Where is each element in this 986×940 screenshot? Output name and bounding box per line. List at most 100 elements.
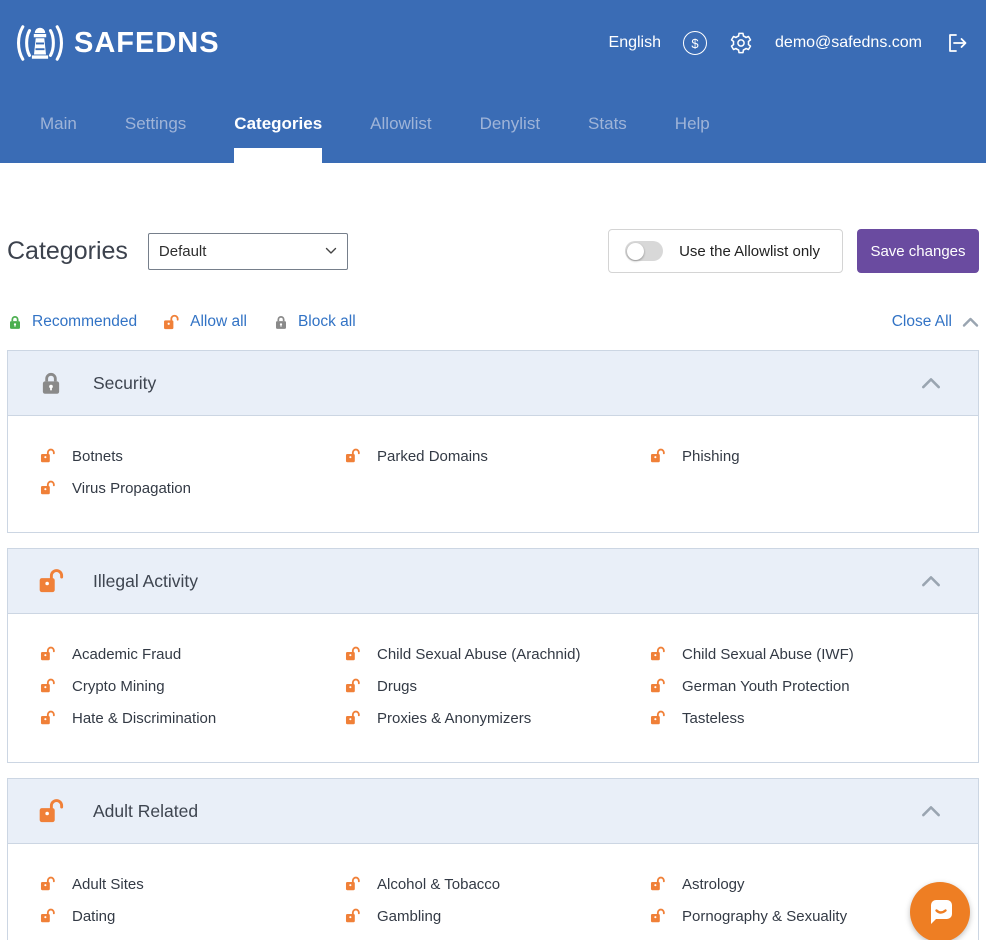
allow-all-label: Allow all	[190, 313, 247, 331]
allowlist-only-toggle-label: Use the Allowlist only	[679, 243, 820, 260]
logout-icon[interactable]	[944, 31, 970, 55]
nav-tab-label: Categories	[234, 114, 322, 134]
save-changes-button[interactable]: Save changes	[857, 229, 979, 273]
brand[interactable]: SAFEDNS	[14, 22, 220, 64]
nav-tab-label: Denylist	[480, 114, 540, 134]
page-content: Categories Default Use the Allowlist onl…	[0, 229, 986, 940]
category-item[interactable]: Child Sexual Abuse (IWF)	[618, 638, 978, 670]
close-all-action[interactable]: Close All	[892, 313, 979, 331]
nav-tab-label: Settings	[125, 114, 186, 134]
category-section: Illegal Activity Academic Fraud Ch	[7, 548, 979, 763]
category-sections: Security Botnets Parked Domains	[7, 350, 979, 940]
lock-open-orange-icon	[40, 876, 57, 892]
lock-open-orange-icon	[650, 710, 667, 726]
lock-open-icon	[38, 798, 67, 825]
category-section-body: Botnets Parked Domains Phishing	[8, 416, 978, 532]
collapse-chevron-up-icon[interactable]	[920, 377, 942, 390]
nav-tab-stats[interactable]: Stats	[564, 85, 651, 163]
language-selector[interactable]: English	[609, 34, 661, 52]
category-section-body: Academic Fraud Child Sexual Abuse (Arach…	[8, 614, 978, 762]
chevron-up-icon	[962, 317, 979, 328]
profile-select[interactable]: Default	[148, 233, 348, 270]
category-item[interactable]: German Youth Protection	[618, 670, 978, 702]
lock-open-orange-icon	[40, 678, 57, 694]
recommended-label: Recommended	[32, 313, 137, 331]
lock-open-orange-icon	[345, 908, 362, 924]
category-item[interactable]: Parked Domains	[313, 440, 618, 472]
category-item-label: Tasteless	[682, 710, 745, 727]
category-section: Security Botnets Parked Domains	[7, 350, 979, 533]
lighthouse-logo-icon	[14, 22, 66, 64]
nav-tab-label: Help	[675, 114, 710, 134]
allowlist-only-toggle[interactable]	[625, 241, 663, 261]
recommended-action[interactable]: Recommended	[7, 313, 137, 331]
category-item[interactable]: Crypto Mining	[8, 670, 313, 702]
category-item-label: Crypto Mining	[72, 678, 165, 695]
chevron-down-icon	[325, 247, 337, 255]
category-item[interactable]: Botnets	[8, 440, 313, 472]
category-section-header[interactable]: Security	[8, 351, 978, 416]
category-item-label: Astrology	[682, 876, 745, 893]
category-item[interactable]: Gambling	[313, 900, 618, 932]
lock-closed-green-icon	[7, 314, 23, 331]
nav-tab-label: Stats	[588, 114, 627, 134]
category-item[interactable]: Dating	[8, 900, 313, 932]
settings-gear-icon[interactable]	[729, 31, 753, 55]
category-item-label: Virus Propagation	[72, 480, 191, 497]
lock-open-orange-icon	[650, 448, 667, 464]
category-item-label: Academic Fraud	[72, 646, 181, 663]
category-item-label: Child Sexual Abuse (Arachnid)	[377, 646, 580, 663]
toggle-knob	[627, 243, 644, 260]
category-section-title: Security	[93, 373, 156, 394]
category-item[interactable]: Alcohol & Tobacco	[313, 868, 618, 900]
nav-tab-settings[interactable]: Settings	[101, 85, 210, 163]
category-item-label: Adult Sites	[72, 876, 144, 893]
category-item[interactable]: Proxies & Anonymizers	[313, 702, 618, 734]
category-item-label: Phishing	[682, 448, 740, 465]
category-item[interactable]: Virus Propagation	[8, 472, 313, 504]
block-all-action[interactable]: Block all	[273, 313, 356, 331]
lock-open-orange-icon	[345, 448, 362, 464]
category-item[interactable]: Child Sexual Abuse (Arachnid)	[313, 638, 618, 670]
category-item[interactable]: Academic Fraud	[8, 638, 313, 670]
block-all-label: Block all	[298, 313, 356, 331]
lock-open-orange-icon	[40, 448, 57, 464]
lock-open-orange-icon	[40, 480, 57, 496]
category-section-header[interactable]: Illegal Activity	[8, 549, 978, 614]
category-item-label: German Youth Protection	[682, 678, 850, 695]
category-item-label: Gambling	[377, 908, 441, 925]
nav-tab-label: Main	[40, 114, 77, 134]
category-section-header[interactable]: Adult Related	[8, 779, 978, 844]
lock-open-orange-icon	[40, 710, 57, 726]
nav-tab-categories[interactable]: Categories	[210, 85, 346, 163]
category-item[interactable]: Hate & Discrimination	[8, 702, 313, 734]
app-header: SAFEDNS English $ demo@safedns.com Main S…	[0, 0, 986, 163]
currency-dollar-icon[interactable]: $	[683, 31, 707, 55]
category-item[interactable]: Tasteless	[618, 702, 978, 734]
chat-bubble-icon	[923, 895, 957, 929]
lock-open-orange-icon	[650, 876, 667, 892]
category-item-label: Pornography & Sexuality	[682, 908, 847, 925]
category-item-label: Proxies & Anonymizers	[377, 710, 531, 727]
lock-open-orange-icon	[345, 646, 362, 662]
allow-all-action[interactable]: Allow all	[163, 313, 247, 331]
category-item[interactable]: Drugs	[313, 670, 618, 702]
profile-select-value: Default	[159, 243, 207, 260]
toolbar: Categories Default Use the Allowlist onl…	[7, 229, 979, 273]
nav-tab-help[interactable]: Help	[651, 85, 734, 163]
nav-tab-allowlist[interactable]: Allowlist	[346, 85, 455, 163]
category-section: Adult Related Adult Sites Alcohol	[7, 778, 979, 940]
collapse-chevron-up-icon[interactable]	[920, 575, 942, 588]
lock-open-orange-icon	[650, 678, 667, 694]
category-item[interactable]: Phishing	[618, 440, 978, 472]
nav-tab-denylist[interactable]: Denylist	[456, 85, 564, 163]
lock-open-orange-icon	[650, 908, 667, 924]
lock-open-orange-icon	[650, 646, 667, 662]
account-email[interactable]: demo@safedns.com	[775, 34, 922, 52]
chat-widget-button[interactable]	[910, 882, 970, 940]
nav-tab-label: Allowlist	[370, 114, 431, 134]
collapse-chevron-up-icon[interactable]	[920, 805, 942, 818]
category-item[interactable]: Adult Sites	[8, 868, 313, 900]
main-nav: Main Settings Categories Allowlist Denylist S…	[0, 85, 986, 163]
nav-tab-main[interactable]: Main	[16, 85, 101, 163]
